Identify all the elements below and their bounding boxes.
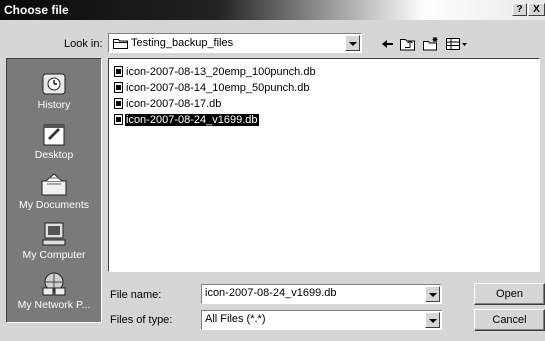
file-type-label: Files of type: bbox=[110, 314, 173, 326]
folder-icon bbox=[113, 39, 128, 49]
my-computer-icon bbox=[39, 221, 69, 247]
place-label-my-computer: My Computer bbox=[22, 249, 86, 261]
place-my-computer[interactable]: My Computer bbox=[7, 221, 101, 261]
help-button[interactable]: ? bbox=[512, 3, 527, 16]
file-name-dropdown-arrow[interactable] bbox=[425, 286, 440, 302]
file-name-value: icon-2007-08-24_v1699.db bbox=[205, 287, 337, 299]
look-in-label: Look in: bbox=[64, 38, 103, 50]
place-my-documents[interactable]: My Documents bbox=[7, 171, 101, 211]
close-button[interactable]: X bbox=[528, 3, 545, 16]
cancel-button[interactable]: Cancel bbox=[474, 309, 545, 331]
file-name: icon-2007-08-13_20emp_100punch.db bbox=[126, 66, 316, 78]
file-name: icon-2007-08-14_10emp_50punch.db bbox=[126, 82, 310, 94]
my-network-places-icon bbox=[39, 271, 69, 297]
new-folder-icon[interactable] bbox=[422, 36, 440, 52]
file-item[interactable]: icon-2007-08-17.db bbox=[114, 98, 222, 112]
file-item[interactable]: icon-2007-08-14_10emp_50punch.db bbox=[114, 82, 310, 96]
file-item[interactable]: icon-2007-08-13_20emp_100punch.db bbox=[114, 66, 317, 80]
file-item-selected[interactable]: icon-2007-08-24_v1699.db bbox=[114, 114, 259, 128]
desktop-icon bbox=[39, 121, 69, 147]
file-icon bbox=[114, 66, 123, 77]
file-type-dropdown[interactable]: All Files (*.*) bbox=[201, 310, 442, 330]
up-folder-icon[interactable] bbox=[399, 36, 417, 52]
place-my-network[interactable]: My Network P... bbox=[7, 271, 101, 311]
file-name-label: File name: bbox=[110, 289, 162, 301]
title-bar[interactable]: Choose file ? X bbox=[0, 0, 545, 20]
my-documents-icon bbox=[39, 171, 69, 197]
place-desktop[interactable]: Desktop bbox=[7, 121, 101, 161]
open-button[interactable]: Open bbox=[474, 283, 545, 305]
file-type-value: All Files (*.*) bbox=[205, 313, 266, 325]
place-label-my-network: My Network P... bbox=[17, 299, 91, 311]
place-label-my-documents: My Documents bbox=[18, 199, 90, 211]
look-in-dropdown-arrow[interactable] bbox=[345, 35, 360, 51]
place-label-history: History bbox=[37, 99, 71, 111]
file-icon bbox=[114, 114, 123, 125]
file-name: icon-2007-08-17.db bbox=[126, 98, 222, 110]
place-label-desktop: Desktop bbox=[34, 149, 74, 161]
back-arrow-icon[interactable] bbox=[379, 36, 395, 52]
places-bar: History Desktop My Documents My Computer… bbox=[6, 58, 102, 323]
dialog-title: Choose file bbox=[4, 3, 69, 17]
file-type-dropdown-arrow[interactable] bbox=[425, 312, 440, 328]
open-button-label: Open bbox=[496, 288, 523, 300]
cancel-button-label: Cancel bbox=[492, 314, 527, 326]
file-name-input[interactable]: icon-2007-08-24_v1699.db bbox=[201, 284, 442, 304]
choose-file-dialog: Choose file ? X Look in: Testing_backup_… bbox=[0, 0, 545, 341]
history-icon bbox=[39, 71, 69, 97]
look-in-dropdown[interactable]: Testing_backup_files bbox=[108, 33, 362, 53]
file-list[interactable]: icon-2007-08-13_20emp_100punch.db icon-2… bbox=[108, 58, 540, 272]
file-name: icon-2007-08-24_v1699.db bbox=[125, 114, 259, 126]
place-history[interactable]: History bbox=[7, 71, 101, 111]
view-menu-icon[interactable] bbox=[445, 36, 469, 52]
file-icon bbox=[114, 98, 123, 109]
file-icon bbox=[114, 82, 123, 93]
look-in-value: Testing_backup_files bbox=[131, 37, 234, 49]
